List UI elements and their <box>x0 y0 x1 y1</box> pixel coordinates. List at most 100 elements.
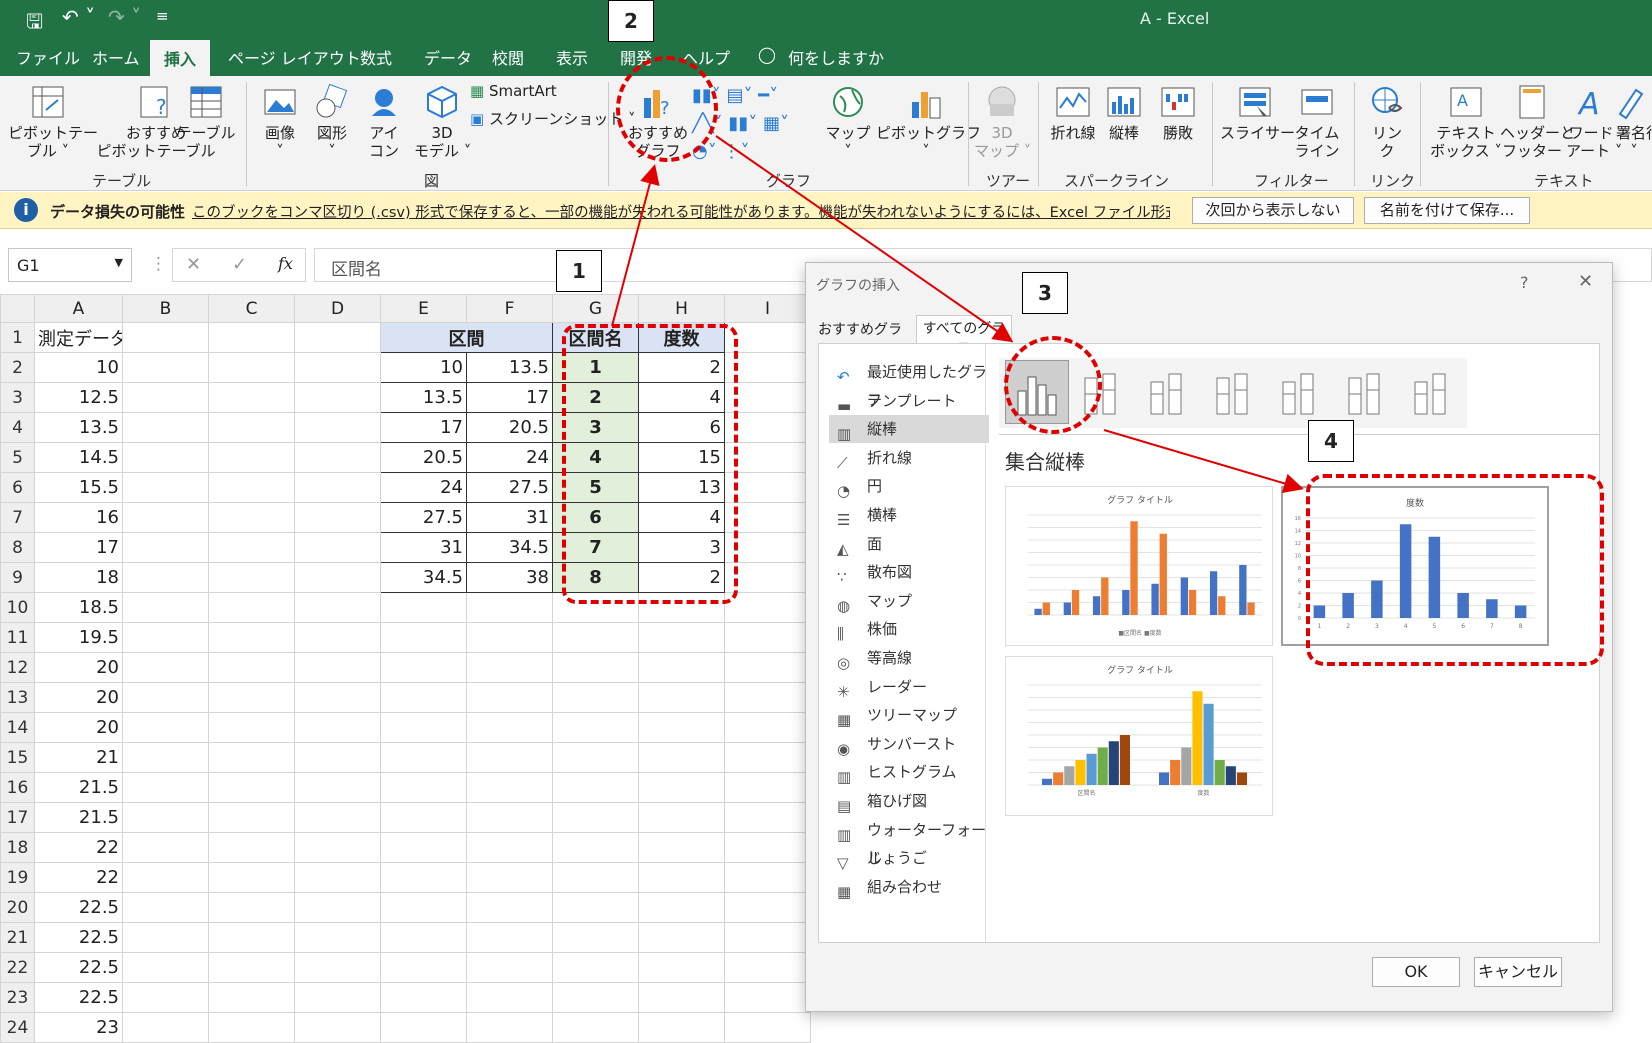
cell[interactable] <box>122 562 209 593</box>
cell[interactable] <box>294 592 381 623</box>
row-header[interactable]: 10 <box>0 592 35 623</box>
chart-category-item[interactable]: ▦ ツリーマップ <box>829 701 989 729</box>
cell[interactable] <box>122 472 209 503</box>
chart-category-item[interactable]: ◔ 円 <box>829 472 989 500</box>
cell[interactable] <box>638 832 725 863</box>
cell[interactable] <box>122 892 209 923</box>
cell[interactable] <box>122 982 209 1013</box>
cell[interactable] <box>122 502 209 533</box>
column-header-E[interactable]: E <box>380 294 467 323</box>
cell[interactable] <box>638 892 725 923</box>
cell[interactable] <box>294 862 381 893</box>
cell[interactable]: 15.5 <box>34 472 123 503</box>
cell[interactable]: 21 <box>34 742 123 773</box>
cell[interactable] <box>208 802 295 833</box>
cell[interactable]: 18.5 <box>34 592 123 623</box>
chart-category-item[interactable]: ◭ 面 <box>829 530 989 558</box>
cell[interactable] <box>380 592 467 623</box>
cell[interactable] <box>466 832 553 863</box>
column-header-A[interactable]: A <box>34 294 123 323</box>
cell[interactable] <box>208 772 295 803</box>
customize-qat-icon[interactable]: ≡ <box>156 7 169 25</box>
chart-category-item[interactable]: ▥ ヒストグラム <box>829 758 989 786</box>
cell[interactable]: 20 <box>34 682 123 713</box>
icons-button[interactable]: アイ コン <box>364 84 404 160</box>
cell[interactable] <box>208 382 295 413</box>
cell[interactable] <box>294 682 381 713</box>
sparkline-column-button[interactable]: 縦棒 <box>1102 84 1146 142</box>
signature-line-button[interactable]: 署名行 ˅ <box>1616 84 1652 160</box>
cell[interactable] <box>380 982 467 1013</box>
ok-button[interactable]: OK <box>1372 957 1460 987</box>
cell[interactable] <box>380 802 467 833</box>
chart-category-item[interactable]: ◎ 等高線 <box>829 644 989 672</box>
cell[interactable] <box>122 352 209 383</box>
cell[interactable]: 10 <box>34 352 123 383</box>
cell[interactable] <box>380 922 467 953</box>
3d-clustered-column-subtype[interactable] <box>1203 360 1267 424</box>
save-icon[interactable]: 🖫 <box>26 7 43 41</box>
table-button[interactable]: テーブル <box>176 84 236 142</box>
link-button[interactable]: リン ク <box>1362 84 1412 160</box>
column-header-C[interactable]: C <box>208 294 295 323</box>
row-header[interactable]: 12 <box>0 652 35 683</box>
cell[interactable]: 19.5 <box>34 622 123 653</box>
cell[interactable] <box>380 682 467 713</box>
row-header[interactable]: 11 <box>0 622 35 653</box>
cell[interactable]: 24 <box>380 472 467 503</box>
cell[interactable]: 14.5 <box>34 442 123 473</box>
cell[interactable] <box>466 682 553 713</box>
cell[interactable] <box>466 922 553 953</box>
cell[interactable] <box>638 952 725 983</box>
save-as-button[interactable]: 名前を付けて保存... <box>1364 197 1530 224</box>
cell[interactable] <box>208 412 295 443</box>
tell-me-search[interactable]: 何をしますか <box>788 45 884 69</box>
cell[interactable]: 31 <box>380 532 467 563</box>
cell[interactable] <box>724 682 811 713</box>
row-header[interactable]: 15 <box>0 742 35 773</box>
cell[interactable] <box>122 952 209 983</box>
cell[interactable] <box>638 712 725 743</box>
tab-recommended-charts[interactable]: おすすめグラフ <box>818 319 914 358</box>
cell[interactable] <box>380 892 467 923</box>
chart-category-item[interactable]: ✳ レーダー <box>829 673 989 701</box>
redo-icon[interactable]: ↷ ˅ <box>108 5 141 29</box>
cell[interactable] <box>724 982 811 1013</box>
cell[interactable] <box>208 322 295 353</box>
cell[interactable] <box>122 712 209 743</box>
textbox-button[interactable]: A テキスト ボックス ˅ <box>1430 84 1502 160</box>
cell[interactable]: 22.5 <box>34 892 123 923</box>
cell[interactable] <box>466 652 553 683</box>
cell[interactable] <box>122 412 209 443</box>
cell[interactable]: 13.5 <box>466 352 553 383</box>
cell[interactable] <box>380 652 467 683</box>
cell[interactable] <box>122 652 209 683</box>
cell[interactable] <box>552 922 639 953</box>
tab-page-layout[interactable]: ページ レイアウト <box>228 45 361 69</box>
row-header[interactable]: 19 <box>0 862 35 893</box>
cell[interactable] <box>380 862 467 893</box>
row-header[interactable]: 16 <box>0 772 35 803</box>
row-header[interactable]: 20 <box>0 892 35 923</box>
row-header[interactable]: 7 <box>0 502 35 533</box>
cell[interactable]: 20 <box>34 712 123 743</box>
cell[interactable] <box>208 532 295 563</box>
cell[interactable] <box>208 562 295 593</box>
cell[interactable] <box>552 652 639 683</box>
chart-category-item[interactable]: ⟋ 折れ線 <box>829 444 989 472</box>
cell[interactable] <box>638 622 725 653</box>
chart-category-item[interactable]: ▥ ウォーターフォール <box>829 816 989 867</box>
maps-button[interactable]: マップ ˅ <box>822 84 874 160</box>
cell[interactable]: 22.5 <box>34 982 123 1013</box>
help-button[interactable]: ? <box>1520 273 1529 292</box>
cell[interactable] <box>380 832 467 863</box>
row-header[interactable]: 6 <box>0 472 35 503</box>
cell[interactable] <box>638 922 725 953</box>
cell[interactable] <box>122 532 209 563</box>
dont-show-again-button[interactable]: 次回から表示しない <box>1192 197 1354 224</box>
cell[interactable] <box>380 622 467 653</box>
cell[interactable] <box>552 802 639 833</box>
cell[interactable] <box>208 472 295 503</box>
cell[interactable] <box>294 652 381 683</box>
chart-category-item[interactable]: ▽ じょうご <box>829 844 989 872</box>
